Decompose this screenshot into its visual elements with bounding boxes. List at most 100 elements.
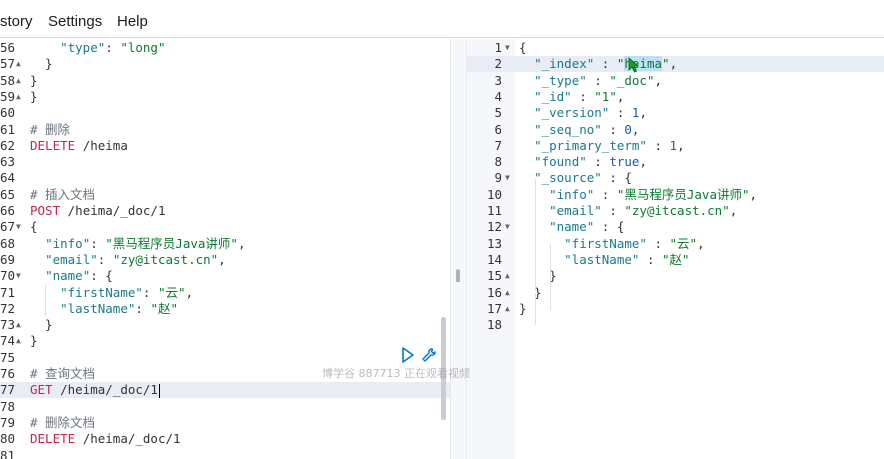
fold-close-icon[interactable]: ▲	[16, 56, 21, 72]
request-line[interactable]: 62 DELETE /heima	[0, 138, 450, 154]
code-text: "_primary_term" : 1,	[534, 137, 685, 153]
indent-guide	[535, 179, 536, 291]
line-number: 18	[486, 317, 502, 333]
fold-open-icon[interactable]: ▼	[505, 40, 510, 56]
watermark: 博学谷 887713 正在观看视频	[322, 367, 470, 380]
request-line[interactable]: 57 ▲ }	[0, 56, 450, 72]
code-text: {	[519, 40, 527, 55]
line-number: 68	[0, 235, 16, 251]
request-line[interactable]: 71 "firstName": "云",	[0, 285, 450, 301]
request-line[interactable]: 56 "type": "long"	[0, 40, 450, 56]
line-number: 59	[0, 88, 16, 104]
response-line: 8 "found" : true,	[467, 154, 884, 170]
request-line[interactable]: 60	[0, 105, 450, 121]
code-text: }	[519, 284, 542, 300]
resize-handle-icon[interactable]: ‖	[455, 268, 461, 282]
fold-close-icon[interactable]: ▲	[505, 301, 510, 317]
code-text: "_id" : "1",	[534, 88, 625, 104]
mouse-cursor-icon	[628, 57, 640, 73]
line-number: 12	[486, 219, 502, 235]
line-number: 58	[0, 72, 16, 88]
line-number: 73	[0, 317, 16, 333]
line-number: 75	[0, 349, 16, 365]
request-line[interactable]: 72 "lastName": "赵"	[0, 301, 450, 317]
request-line[interactable]: 74 ▲}	[0, 333, 450, 349]
text-caret	[158, 383, 160, 398]
fold-close-icon[interactable]: ▲	[16, 333, 21, 349]
request-line[interactable]: 75	[0, 350, 450, 366]
request-line[interactable]: 61 # 删除	[0, 122, 450, 138]
request-line[interactable]: 73 ▲ }	[0, 317, 450, 333]
response-line: 2 "_index" : "heima",	[467, 56, 884, 73]
response-line: 6 "_seq_no" : 0,	[467, 122, 884, 138]
request-line[interactable]: 78	[0, 399, 450, 415]
line-number: 2	[494, 56, 502, 72]
fold-close-icon[interactable]: ▲	[505, 268, 510, 284]
code-text: }	[519, 300, 527, 316]
wrench-icon[interactable]	[421, 347, 437, 363]
response-line: 12 ▼ "name" : {	[467, 219, 884, 235]
request-line[interactable]: 64	[0, 170, 450, 186]
code-text: POST /heima/_doc/1	[30, 203, 166, 218]
request-line[interactable]: 69 "email": "zy@itcast.cn",	[0, 252, 450, 268]
code-text: "lastName" : "赵"	[564, 251, 690, 267]
request-line[interactable]: 70 ▼ "name": {	[0, 268, 450, 284]
line-number: 77	[0, 382, 16, 398]
request-editor[interactable]: 56 "type": "long" 57 ▲ } 58 ▲} 59 ▲} 60 61 # 删除 62…	[0, 39, 450, 459]
fold-close-icon[interactable]: ▲	[16, 73, 21, 89]
line-number: 71	[0, 284, 16, 300]
line-number: 78	[0, 398, 16, 414]
request-line[interactable]: 63	[0, 154, 450, 170]
code-text: {	[30, 219, 38, 235]
code-text: }	[30, 56, 53, 72]
line-number: 1	[494, 40, 502, 55]
code-text: "info" : "黑马程序员Java讲师",	[549, 186, 758, 202]
request-line[interactable]: 81	[0, 448, 450, 459]
pane-divider[interactable]	[450, 39, 467, 459]
menu-settings[interactable]: Settings	[48, 13, 102, 30]
response-line: 3 "_type" : "_doc",	[467, 73, 884, 89]
fold-open-icon[interactable]: ▼	[16, 268, 21, 284]
line-number: 65	[0, 186, 16, 202]
request-line[interactable]: 58 ▲}	[0, 73, 450, 89]
request-line[interactable]: 59 ▲}	[0, 89, 450, 105]
fold-close-icon[interactable]: ▲	[16, 317, 21, 333]
fold-close-icon[interactable]: ▲	[505, 285, 510, 301]
request-line[interactable]: 65 # 插入文档	[0, 187, 450, 203]
response-viewer: 1 ▼{2 "_index" : "heima", 3 "_type" : "_do…	[467, 39, 884, 459]
line-number: 56	[0, 40, 16, 55]
fold-open-icon[interactable]: ▼	[16, 219, 21, 235]
code-text: # 删除	[30, 121, 71, 137]
line-number: 11	[486, 203, 502, 218]
request-line[interactable]: 66 POST /heima/_doc/1	[0, 203, 450, 219]
fold-close-icon[interactable]: ▲	[16, 89, 21, 105]
menu-history[interactable]: story	[0, 13, 33, 30]
response-line: 13 "firstName" : "云",	[467, 236, 884, 252]
line-number: 60	[0, 105, 16, 121]
code-text: "found" : true,	[534, 154, 647, 170]
code-text: "lastName": "赵"	[60, 300, 178, 316]
response-line: 10 "info" : "黑马程序员Java讲师",	[467, 187, 884, 203]
code-text: "email": "zy@itcast.cn",	[45, 251, 226, 267]
fold-open-icon[interactable]: ▼	[505, 170, 510, 186]
line-number: 15	[486, 268, 502, 284]
response-line: 16 ▲ }	[467, 285, 884, 301]
menu-help[interactable]: Help	[117, 13, 148, 30]
code-text: "_type" : "_doc",	[534, 72, 663, 88]
request-line[interactable]: 77 GET /heima/_doc/1	[0, 382, 450, 399]
request-line[interactable]: 68 "info": "黑马程序员Java讲师",	[0, 236, 450, 252]
line-number: 14	[486, 251, 502, 267]
indent-guide	[535, 293, 536, 325]
response-line: 17 ▲}	[467, 301, 884, 317]
menu-bar: story Settings Help	[0, 0, 884, 38]
line-number: 3	[494, 72, 502, 88]
line-number: 80	[0, 431, 16, 447]
line-number: 79	[0, 414, 16, 430]
indent-guide	[45, 284, 46, 316]
request-line[interactable]: 67 ▼ {	[0, 219, 450, 235]
request-line[interactable]: 80 DELETE /heima/_doc/1	[0, 431, 450, 447]
play-icon[interactable]	[401, 347, 415, 363]
fold-open-icon[interactable]: ▼	[505, 219, 510, 235]
request-line[interactable]: 79 # 删除文档	[0, 415, 450, 431]
line-number: 8	[494, 154, 502, 170]
